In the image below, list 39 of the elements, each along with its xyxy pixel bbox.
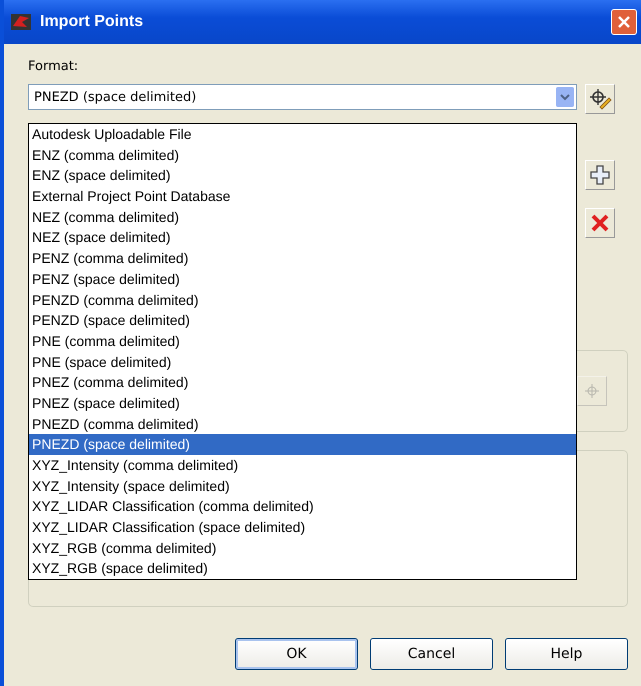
- close-button[interactable]: [611, 9, 637, 35]
- dropdown-option[interactable]: PENZD (comma delimited): [29, 290, 576, 310]
- dropdown-option[interactable]: XYZ_Intensity (comma delimited): [29, 455, 576, 476]
- crosshair-icon: [582, 381, 602, 401]
- dropdown-option[interactable]: Autodesk Uploadable File: [29, 124, 576, 145]
- dropdown-option[interactable]: XYZ_Intensity (space delimited): [29, 476, 576, 496]
- edit-format-button[interactable]: [585, 84, 615, 114]
- format-label: Format:: [28, 58, 80, 76]
- dropdown-option[interactable]: NEZ (comma delimited): [29, 206, 576, 228]
- app-icon: [10, 12, 32, 32]
- plus-icon: [589, 164, 611, 186]
- format-dropdown[interactable]: PNEZD (space delimited): [28, 84, 577, 110]
- dropdown-option[interactable]: PNEZD (comma delimited): [29, 414, 576, 434]
- dropdown-option[interactable]: XYZ_LIDAR Classification (space delimited): [29, 517, 576, 538]
- dropdown-option[interactable]: PENZD (space delimited): [29, 310, 576, 331]
- dropdown-option[interactable]: PNE (comma delimited): [29, 330, 576, 352]
- dropdown-option[interactable]: PENZ (comma delimited): [29, 248, 576, 269]
- caret-icon: [560, 93, 570, 101]
- dropdown-option[interactable]: PNEZD (space delimited): [29, 434, 576, 455]
- dropdown-option[interactable]: XYZ_LIDAR Classification (comma delimited): [29, 496, 576, 518]
- dropdown-option[interactable]: ENZ (comma delimited): [29, 144, 576, 166]
- dropdown-option[interactable]: XYZ_RGB (space delimited): [29, 558, 576, 580]
- delete-icon: [590, 213, 610, 233]
- dropdown-option[interactable]: External Project Point Database: [29, 186, 576, 207]
- dialog-button[interactable]: Cancel: [370, 638, 493, 670]
- dialog-button[interactable]: Help: [505, 638, 628, 670]
- dropdown-option[interactable]: PNE (space delimited): [29, 352, 576, 372]
- dropdown-option[interactable]: PNEZ (comma delimited): [29, 372, 576, 393]
- dropdown-option[interactable]: NEZ (space delimited): [29, 227, 576, 248]
- dropdown-option[interactable]: ENZ (space delimited): [29, 165, 576, 186]
- delete-button[interactable]: [585, 208, 615, 238]
- window-title: Import Points: [40, 13, 144, 31]
- dropdown-option[interactable]: XYZ_RGB (comma delimited): [29, 538, 576, 558]
- close-icon: [616, 14, 632, 30]
- add-button[interactable]: [585, 160, 615, 190]
- dropdown-option[interactable]: PENZ (space delimited): [29, 268, 576, 290]
- dropdown-option[interactable]: PNEZ (space delimited): [29, 392, 576, 414]
- crosshair-pencil-icon: [588, 87, 612, 111]
- dialog-button[interactable]: OK: [235, 638, 358, 670]
